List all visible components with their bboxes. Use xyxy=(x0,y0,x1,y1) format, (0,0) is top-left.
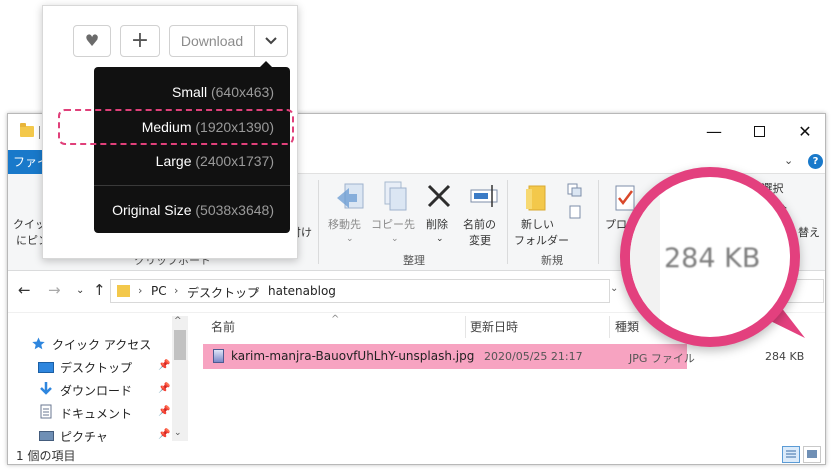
magnified-size-text: 284 KB xyxy=(664,243,761,274)
magnifier-background xyxy=(630,177,660,337)
size-magnifier: 284 KB xyxy=(620,167,800,347)
